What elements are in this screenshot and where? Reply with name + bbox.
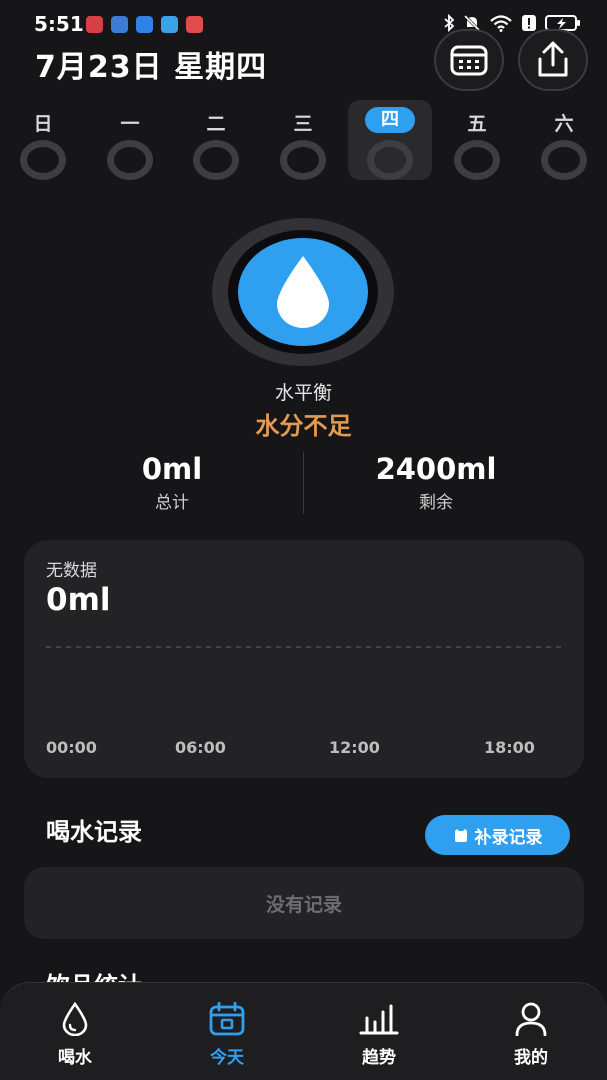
day-label: 二 bbox=[206, 113, 226, 135]
tab-label: 今天 bbox=[210, 1048, 244, 1068]
wifi-icon bbox=[490, 15, 512, 32]
day-tuesday[interactable]: 二 bbox=[174, 100, 258, 180]
empty-text: 没有记录 bbox=[265, 893, 342, 916]
app-notification-icon bbox=[86, 16, 103, 33]
calendar-button[interactable] bbox=[434, 29, 504, 91]
day-saturday[interactable]: 六 bbox=[522, 100, 606, 180]
week-strip: 日 一 二 三 四 五 六 bbox=[0, 100, 607, 182]
bluetooth-notification-icon bbox=[136, 16, 153, 33]
person-icon bbox=[515, 1002, 547, 1036]
share-icon bbox=[538, 41, 568, 77]
day-friday[interactable]: 五 bbox=[435, 100, 519, 180]
intake-chart-card: 无数据 0ml 00:00 06:00 12:00 18:00 bbox=[24, 540, 584, 778]
cup-icon bbox=[454, 829, 467, 842]
bar-chart-icon bbox=[359, 1004, 399, 1035]
notification-icons bbox=[86, 16, 203, 33]
balance-status: 水分不足 bbox=[255, 412, 352, 440]
tab-trends[interactable]: 趋势 bbox=[324, 1001, 434, 1068]
app-notification-icon bbox=[161, 16, 178, 33]
share-button[interactable] bbox=[518, 29, 588, 91]
x-tick-label: 00:00 bbox=[46, 738, 97, 757]
date-title: 7月23日 星期四 bbox=[35, 50, 268, 85]
tab-label: 趋势 bbox=[362, 1048, 396, 1068]
add-record-label: 补录记录 bbox=[474, 827, 543, 848]
day-label: 一 bbox=[120, 113, 140, 135]
day-label: 六 bbox=[554, 113, 574, 135]
day-progress-ring bbox=[280, 140, 326, 180]
status-time: 5:51 bbox=[34, 12, 84, 36]
day-progress-ring bbox=[454, 140, 500, 180]
remaining-value: 2400ml bbox=[375, 452, 497, 486]
day-label: 三 bbox=[293, 113, 313, 135]
status-bar: 5:51 bbox=[0, 0, 607, 48]
day-monday[interactable]: 一 bbox=[88, 100, 172, 180]
records-title: 喝水记录 bbox=[46, 818, 142, 846]
x-tick-label: 06:00 bbox=[175, 738, 226, 757]
water-drop-icon bbox=[62, 1002, 88, 1036]
day-label: 日 bbox=[33, 113, 53, 135]
add-water-button[interactable] bbox=[238, 238, 368, 346]
day-progress-ring bbox=[193, 140, 239, 180]
stat-divider bbox=[303, 452, 304, 514]
tab-today[interactable]: 今天 bbox=[172, 1001, 282, 1068]
day-progress-ring bbox=[367, 140, 413, 180]
day-wednesday[interactable]: 三 bbox=[261, 100, 345, 180]
remaining-stat: 2400ml 剩余 bbox=[306, 452, 566, 513]
calendar-icon bbox=[209, 1002, 245, 1036]
day-thursday-selected[interactable]: 四 bbox=[348, 100, 432, 180]
x-tick-label: 12:00 bbox=[329, 738, 380, 757]
day-progress-ring bbox=[20, 140, 66, 180]
tab-drink[interactable]: 喝水 bbox=[20, 1001, 130, 1068]
day-sunday[interactable]: 日 bbox=[1, 100, 85, 180]
records-empty-state: 没有记录 bbox=[24, 867, 584, 939]
balance-label: 水平衡 bbox=[274, 382, 332, 404]
add-record-button[interactable]: 补录记录 bbox=[425, 815, 570, 855]
bluetooth-icon bbox=[444, 14, 455, 32]
total-stat: 0ml 总计 bbox=[42, 452, 302, 513]
tab-label: 喝水 bbox=[58, 1048, 92, 1068]
day-progress-ring bbox=[107, 140, 153, 180]
day-label: 四 bbox=[365, 107, 415, 133]
bottom-tab-bar: 喝水 今天 趋势 我的 bbox=[0, 982, 607, 1080]
app-notification-icon bbox=[111, 16, 128, 33]
x-tick-label: 18:00 bbox=[484, 738, 535, 757]
total-label: 总计 bbox=[155, 493, 189, 513]
calendar-icon bbox=[450, 45, 488, 76]
tab-profile[interactable]: 我的 bbox=[476, 1001, 586, 1068]
water-drop-icon bbox=[277, 256, 329, 328]
total-value: 0ml bbox=[141, 452, 203, 486]
remaining-label: 剩余 bbox=[419, 493, 453, 513]
day-progress-ring bbox=[541, 140, 587, 180]
day-label: 五 bbox=[467, 113, 487, 135]
app-notification-icon bbox=[186, 16, 203, 33]
tab-label: 我的 bbox=[514, 1048, 548, 1068]
alert-icon bbox=[522, 15, 536, 31]
